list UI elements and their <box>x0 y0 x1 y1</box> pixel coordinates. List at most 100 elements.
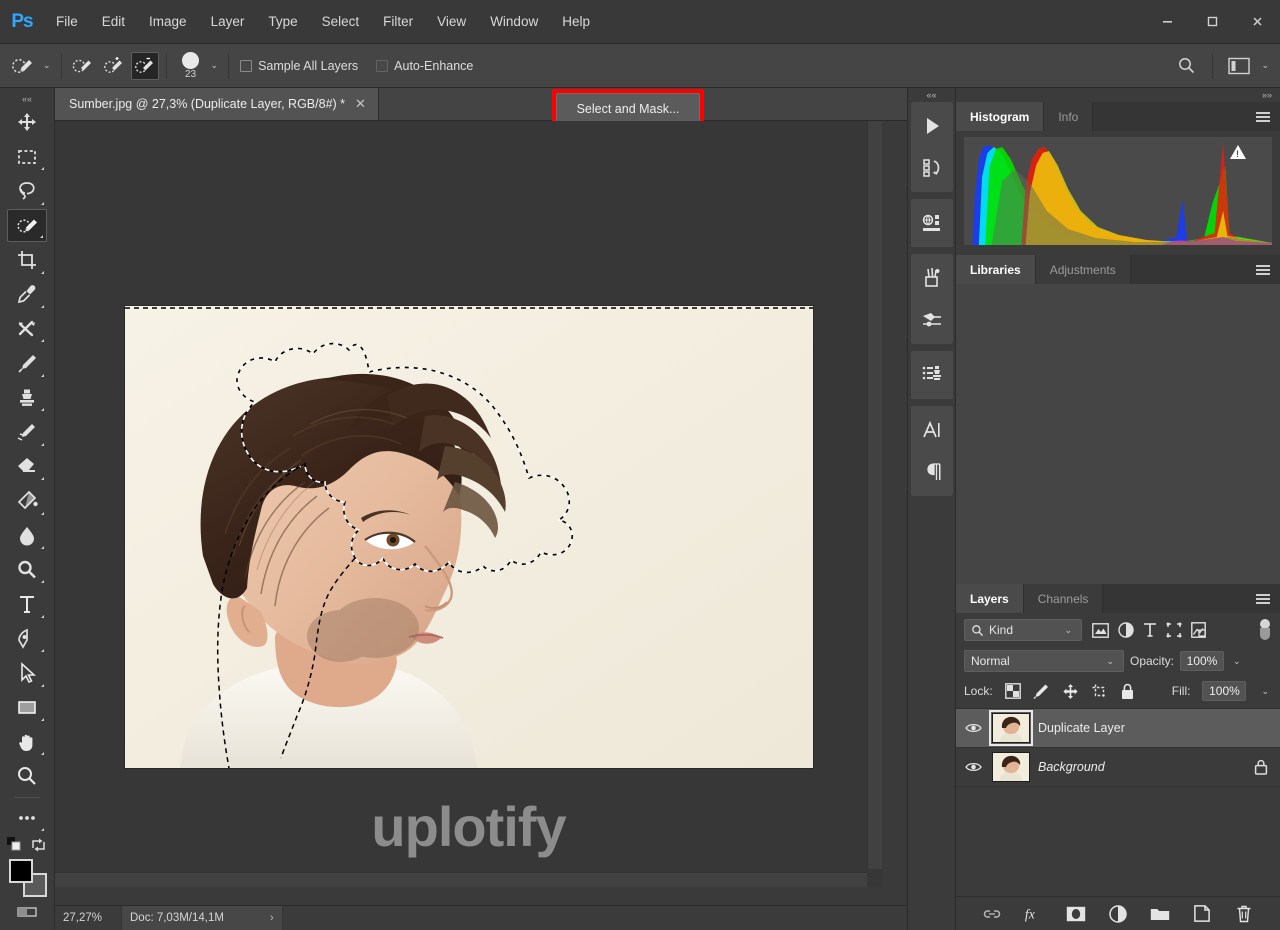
shape-tool[interactable] <box>7 691 47 724</box>
path-selection-tool[interactable] <box>7 656 47 689</box>
histogram-panel-menu-icon[interactable] <box>1246 102 1280 131</box>
quick-mask-icon[interactable] <box>7 895 47 928</box>
sample-all-layers-checkbox[interactable]: Sample All Layers <box>240 59 358 73</box>
new-group-icon[interactable] <box>1150 904 1170 924</box>
status-expand-icon[interactable]: › <box>270 912 274 924</box>
layer-row-duplicate-layer[interactable]: Duplicate Layer <box>956 709 1280 748</box>
tool-preset-picker[interactable]: ⌄ <box>0 55 54 77</box>
blend-mode-chevron-down-icon[interactable]: ⌄ <box>1103 656 1117 667</box>
minimize-button[interactable] <box>1145 0 1190 43</box>
brush-tool[interactable] <box>7 346 47 379</box>
tab-info[interactable]: Info <box>1044 102 1094 131</box>
tab-histogram[interactable]: Histogram <box>956 102 1045 131</box>
brush-size-chevron[interactable]: ⌄ <box>208 60 222 71</box>
lock-image-pixels-icon[interactable] <box>1033 683 1050 700</box>
canvas-vertical-scrollbar[interactable] <box>867 121 882 869</box>
color-swatches[interactable] <box>7 857 47 898</box>
libraries-panel-menu-icon[interactable] <box>1246 255 1280 284</box>
blur-tool[interactable] <box>7 519 47 552</box>
tool-preset-chevron[interactable]: ⌄ <box>40 60 54 71</box>
edit-toolbar-icon[interactable] <box>7 801 47 834</box>
fill-value[interactable]: 100% <box>1202 681 1247 701</box>
marquee-tool[interactable] <box>7 140 47 173</box>
blend-mode-select[interactable]: Normal ⌄ <box>964 650 1124 672</box>
brush-size-picker[interactable]: 23 <box>174 46 208 86</box>
icon-dock-collapse-icon[interactable]: «« <box>908 88 955 102</box>
canvas-horizontal-scrollbar[interactable] <box>55 872 867 887</box>
healing-brush-tool[interactable] <box>7 312 47 345</box>
menu-window[interactable]: Window <box>478 0 550 43</box>
history-icon[interactable] <box>911 147 953 189</box>
layer-name[interactable]: Duplicate Layer <box>1038 721 1125 735</box>
layers-panel-menu-icon[interactable] <box>1246 584 1280 613</box>
layer-list[interactable]: Duplicate Layer Background <box>956 709 1280 896</box>
libraries-panel-body[interactable] <box>956 284 1280 584</box>
fill-chevron-down-icon[interactable]: ⌄ <box>1258 686 1272 697</box>
search-icon[interactable] <box>1171 51 1201 81</box>
new-selection-button[interactable] <box>69 52 97 80</box>
hand-tool[interactable] <box>7 725 47 758</box>
right-panel-collapse-icon[interactable]: »» <box>956 88 1280 102</box>
auto-enhance-box[interactable] <box>376 59 389 72</box>
menu-select[interactable]: Select <box>310 0 372 43</box>
workspace-icon[interactable] <box>1224 51 1254 81</box>
quick-selection-tool[interactable] <box>7 208 47 243</box>
add-to-selection-button[interactable] <box>100 52 128 80</box>
menu-filter[interactable]: Filter <box>371 0 425 43</box>
layer-thumbnail[interactable] <box>992 752 1030 782</box>
layer-filter-toggle[interactable] <box>1258 619 1272 641</box>
3d-icon[interactable] <box>911 202 953 244</box>
document-info[interactable]: Doc: 7,03M/14,1M › <box>121 906 283 930</box>
layer-filter-chevron-down-icon[interactable]: ⌄ <box>1061 625 1075 636</box>
zoom-level[interactable]: 27,27% <box>55 912 121 924</box>
tab-adjustments[interactable]: Adjustments <box>1035 255 1131 284</box>
workspace-chevron[interactable]: ⌄ <box>1258 60 1272 71</box>
maximize-button[interactable] <box>1190 0 1235 43</box>
zoom-tool[interactable] <box>7 759 47 792</box>
layer-filter-kind-select[interactable]: Kind ⌄ <box>964 619 1082 641</box>
menu-view[interactable]: View <box>425 0 478 43</box>
subtract-from-selection-button[interactable] <box>130 51 159 80</box>
gradient-tool[interactable] <box>7 484 47 517</box>
layer-style-fx-icon[interactable]: fx <box>1024 904 1044 924</box>
character-icon[interactable] <box>911 409 953 451</box>
layer-name[interactable]: Background <box>1038 760 1105 774</box>
lock-transparent-pixels-icon[interactable] <box>1004 683 1021 699</box>
auto-enhance-checkbox[interactable]: Auto-Enhance <box>376 59 473 73</box>
actions-icon[interactable] <box>911 105 953 147</box>
opacity-value[interactable]: 100% <box>1180 651 1225 671</box>
menu-type[interactable]: Type <box>256 0 309 43</box>
clone-source-icon[interactable] <box>911 354 953 396</box>
layer-visibility-eye-icon[interactable] <box>962 761 984 773</box>
add-layer-mask-icon[interactable] <box>1066 904 1086 924</box>
menu-image[interactable]: Image <box>137 0 199 43</box>
menu-layer[interactable]: Layer <box>199 0 257 43</box>
opacity-chevron-down-icon[interactable]: ⌄ <box>1230 656 1244 667</box>
new-adjustment-layer-icon[interactable] <box>1108 904 1128 924</box>
layer-row-background[interactable]: Background <box>956 748 1280 787</box>
artboard[interactable] <box>125 306 813 768</box>
move-tool[interactable] <box>7 105 47 138</box>
new-layer-icon[interactable] <box>1192 904 1212 924</box>
tab-libraries[interactable]: Libraries <box>956 255 1036 284</box>
history-brush-tool[interactable] <box>7 415 47 448</box>
pen-tool[interactable] <box>7 622 47 655</box>
tab-channels[interactable]: Channels <box>1023 584 1104 613</box>
lasso-tool[interactable] <box>7 174 47 207</box>
paragraph-icon[interactable] <box>911 451 953 493</box>
document-tab-close-icon[interactable]: ✕ <box>355 96 366 112</box>
eraser-tool[interactable] <box>7 450 47 483</box>
brushes-icon[interactable] <box>911 257 953 299</box>
lock-position-icon[interactable] <box>1062 683 1079 700</box>
cached-data-warning-icon[interactable] <box>1230 145 1246 159</box>
type-tool[interactable] <box>7 587 47 620</box>
layer-thumbnail[interactable] <box>989 710 1033 746</box>
lock-all-icon[interactable] <box>1120 683 1135 700</box>
document-tab[interactable]: Sumber.jpg @ 27,3% (Duplicate Layer, RGB… <box>55 87 379 120</box>
sample-all-layers-box[interactable] <box>240 59 253 72</box>
link-layers-icon[interactable] <box>982 904 1002 924</box>
menu-file[interactable]: File <box>44 0 90 43</box>
menu-edit[interactable]: Edit <box>90 0 137 43</box>
delete-layer-icon[interactable] <box>1234 904 1254 924</box>
menu-help[interactable]: Help <box>550 0 602 43</box>
